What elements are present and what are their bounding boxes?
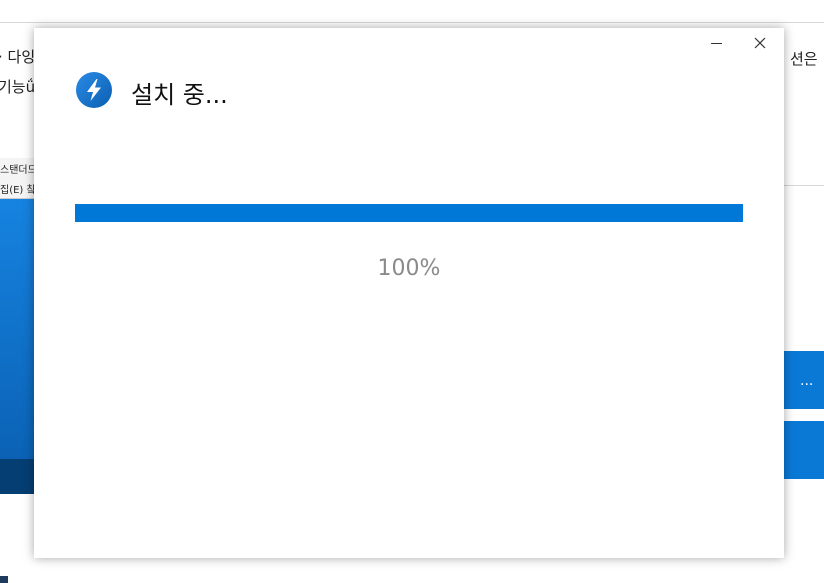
minimize-button[interactable] — [694, 28, 738, 58]
progress-bar — [75, 204, 743, 222]
minimize-icon — [710, 42, 722, 44]
thumbnail-toolbar: 스탠더드 집(E) 챀 — [0, 158, 36, 199]
close-icon — [754, 37, 766, 49]
lightning-bolt-icon — [76, 72, 112, 108]
progress-fill — [75, 204, 743, 222]
background-divider-right — [784, 185, 824, 186]
dialog-title: 설치 중... — [131, 81, 228, 109]
thumbnail-menu: 집(E) 챀 — [0, 185, 36, 196]
background-text-line1-left: · 다잉 — [0, 48, 36, 66]
background-thumbnail: 스탠더드 집(E) 챀 — [0, 158, 36, 494]
progress-percent: 100% — [377, 256, 441, 281]
thumbnail-screen — [0, 199, 36, 459]
background-blue-button-2[interactable] — [784, 421, 824, 479]
install-dialog: 설치 중... 100% — [34, 28, 784, 558]
background-corner-mark — [0, 576, 8, 583]
background-text-line1-right: 션은 — [790, 50, 818, 68]
background-blue-button[interactable]: ... — [784, 351, 824, 409]
background-divider — [0, 22, 824, 23]
thumbnail-title: 스탠더드 — [0, 165, 36, 176]
close-button[interactable] — [738, 28, 782, 58]
thumbnail-taskbar — [0, 459, 36, 494]
background-text-line2-left: 기능ǘ — [0, 78, 36, 96]
background-blue-button-label: ... — [800, 373, 814, 389]
